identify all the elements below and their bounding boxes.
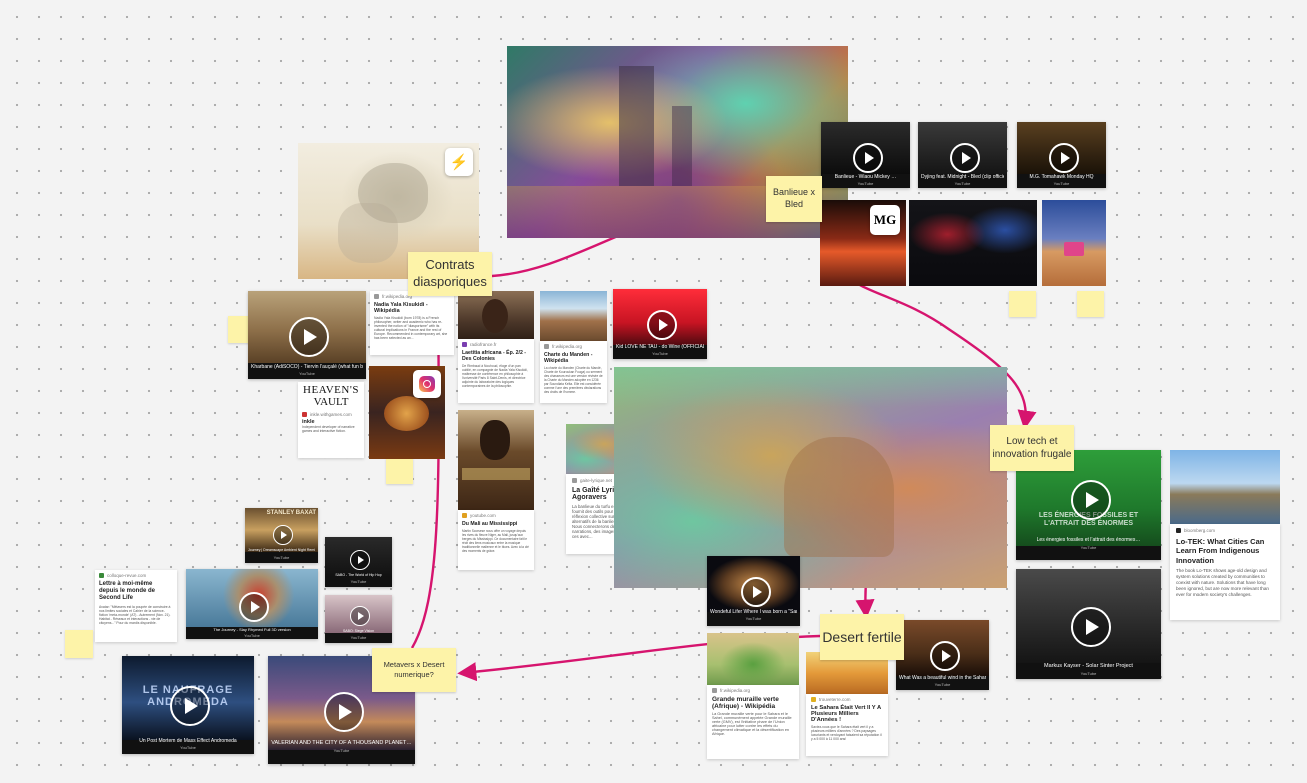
link-card-charte[interactable]: fr.wikipedia.org Charte du Manden - Wiki… bbox=[540, 341, 607, 403]
sticky-note-metavers[interactable]: Metavers x Desert numerique? bbox=[372, 648, 456, 692]
play-icon[interactable] bbox=[1048, 143, 1079, 173]
link-card-sahara[interactable]: trouveterre.com Le Sahara Était Vert Il … bbox=[806, 694, 888, 756]
link-card-muraille[interactable]: fr.wikipedia.org Grande muraille verte (… bbox=[707, 685, 799, 759]
video-tile[interactable]: SABO - The World of Hip Hop YouTube bbox=[325, 537, 392, 587]
video-tile[interactable]: STANLEY BAXAT Journey | Dreamscape Ambie… bbox=[245, 508, 318, 563]
link-card-lotek[interactable]: bloomberg.com Lo-TEK: What Cities Can Le… bbox=[1170, 524, 1280, 620]
site-icon bbox=[1176, 528, 1181, 533]
sticky-note-contrats[interactable]: Contrats diasporiques bbox=[408, 252, 492, 296]
du-mali-poster[interactable] bbox=[458, 410, 534, 514]
mg-logo-icon: MG bbox=[870, 205, 900, 235]
lightning-icon[interactable]: ⚡ bbox=[445, 148, 473, 176]
play-icon[interactable] bbox=[740, 577, 771, 607]
site-icon bbox=[811, 697, 816, 702]
video-tile[interactable]: Markus Kayser - Solar Sinter Project You… bbox=[1016, 569, 1161, 679]
play-icon[interactable] bbox=[289, 317, 329, 357]
image-mosque[interactable] bbox=[540, 291, 607, 341]
instagram-icon bbox=[413, 370, 441, 398]
play-icon[interactable] bbox=[949, 143, 980, 173]
site-icon bbox=[572, 478, 577, 483]
site-icon bbox=[99, 573, 104, 578]
small-sticky-note[interactable] bbox=[65, 630, 93, 658]
sticky-note-lowtech[interactable]: Low tech et innovation frugale bbox=[990, 425, 1074, 471]
play-icon[interactable] bbox=[647, 310, 677, 340]
sticky-note-banlieue[interactable]: Banlieue x Bled bbox=[766, 176, 822, 222]
small-sticky-note[interactable] bbox=[1077, 291, 1104, 317]
site-icon bbox=[462, 513, 467, 518]
video-tile[interactable]: M.G. Tomahawk Monday HQ YouTube bbox=[1017, 122, 1106, 188]
link-card-inkle[interactable]: HEAVEN'S VAULT inkle.withgames.com inkle… bbox=[298, 382, 364, 458]
video-tile[interactable]: Dyjing feat. Midnight - Bled (clip offic… bbox=[918, 122, 1007, 188]
play-icon[interactable] bbox=[349, 606, 370, 626]
video-tile[interactable]: LE NAUFRAGE ANDROMEDA Un Post Mortem de … bbox=[122, 656, 254, 754]
play-icon[interactable] bbox=[852, 143, 883, 173]
site-icon bbox=[462, 342, 467, 347]
video-tile[interactable]: What Was a beautiful wind in the Sahara … bbox=[896, 620, 989, 690]
play-icon[interactable] bbox=[272, 525, 293, 545]
link-card-mali[interactable]: youtube.com Du Mali au Mississippi Marti… bbox=[458, 510, 534, 570]
image-warehouse-lights[interactable] bbox=[909, 200, 1037, 286]
play-icon[interactable] bbox=[929, 641, 960, 671]
play-icon[interactable] bbox=[1070, 480, 1111, 520]
small-sticky-note[interactable] bbox=[386, 458, 413, 484]
image-desert-pink-sculpture[interactable] bbox=[1042, 200, 1106, 286]
link-card-laetitia[interactable]: radiofrance.fr Laetitia africana - Ép. 2… bbox=[458, 339, 534, 403]
video-tile[interactable]: Kharbane (AdiSOCO) - Tiervin l’auçalé (w… bbox=[248, 291, 366, 379]
link-card-nadia[interactable]: fr.wikipedia.org Nadia Yala Kisukidi - W… bbox=[370, 291, 454, 355]
video-tile[interactable]: The Journey - Slay Rhymed Full 3D versio… bbox=[186, 569, 318, 639]
play-icon[interactable] bbox=[349, 550, 370, 570]
video-tile[interactable]: Kid LOVE NE TAU - do Wine (OFFICIAL VIDE… bbox=[613, 289, 707, 359]
portrait-image[interactable] bbox=[458, 291, 534, 343]
link-card-lettre[interactable]: colloque-revue.com Lettre à moi-même dep… bbox=[95, 570, 177, 642]
site-icon bbox=[302, 412, 307, 417]
sticky-note-desert[interactable]: Desert fertile bbox=[820, 614, 904, 660]
video-tile[interactable]: Wondeful Lifer Where I was born a "Sand … bbox=[707, 556, 800, 626]
map-green-wall-image[interactable] bbox=[707, 633, 799, 685]
video-tile[interactable]: SABO: Siege Vision YouTube bbox=[325, 595, 392, 643]
video-tile[interactable]: Banlieue - Wiaou Mickey … YouTube bbox=[821, 122, 910, 188]
collage-image-futuristic-city[interactable] bbox=[614, 367, 1007, 588]
heavens-vault-logo: HEAVEN'S VAULT bbox=[303, 384, 359, 408]
lotek-preview-image[interactable] bbox=[1170, 450, 1280, 524]
play-icon[interactable] bbox=[323, 692, 364, 732]
wikipedia-icon bbox=[374, 294, 379, 299]
wikipedia-icon bbox=[712, 688, 717, 693]
small-sticky-note[interactable] bbox=[1009, 291, 1036, 317]
play-icon[interactable] bbox=[239, 592, 269, 622]
wikipedia-icon bbox=[544, 344, 549, 349]
play-icon[interactable] bbox=[1070, 607, 1111, 647]
play-icon[interactable] bbox=[170, 686, 210, 726]
